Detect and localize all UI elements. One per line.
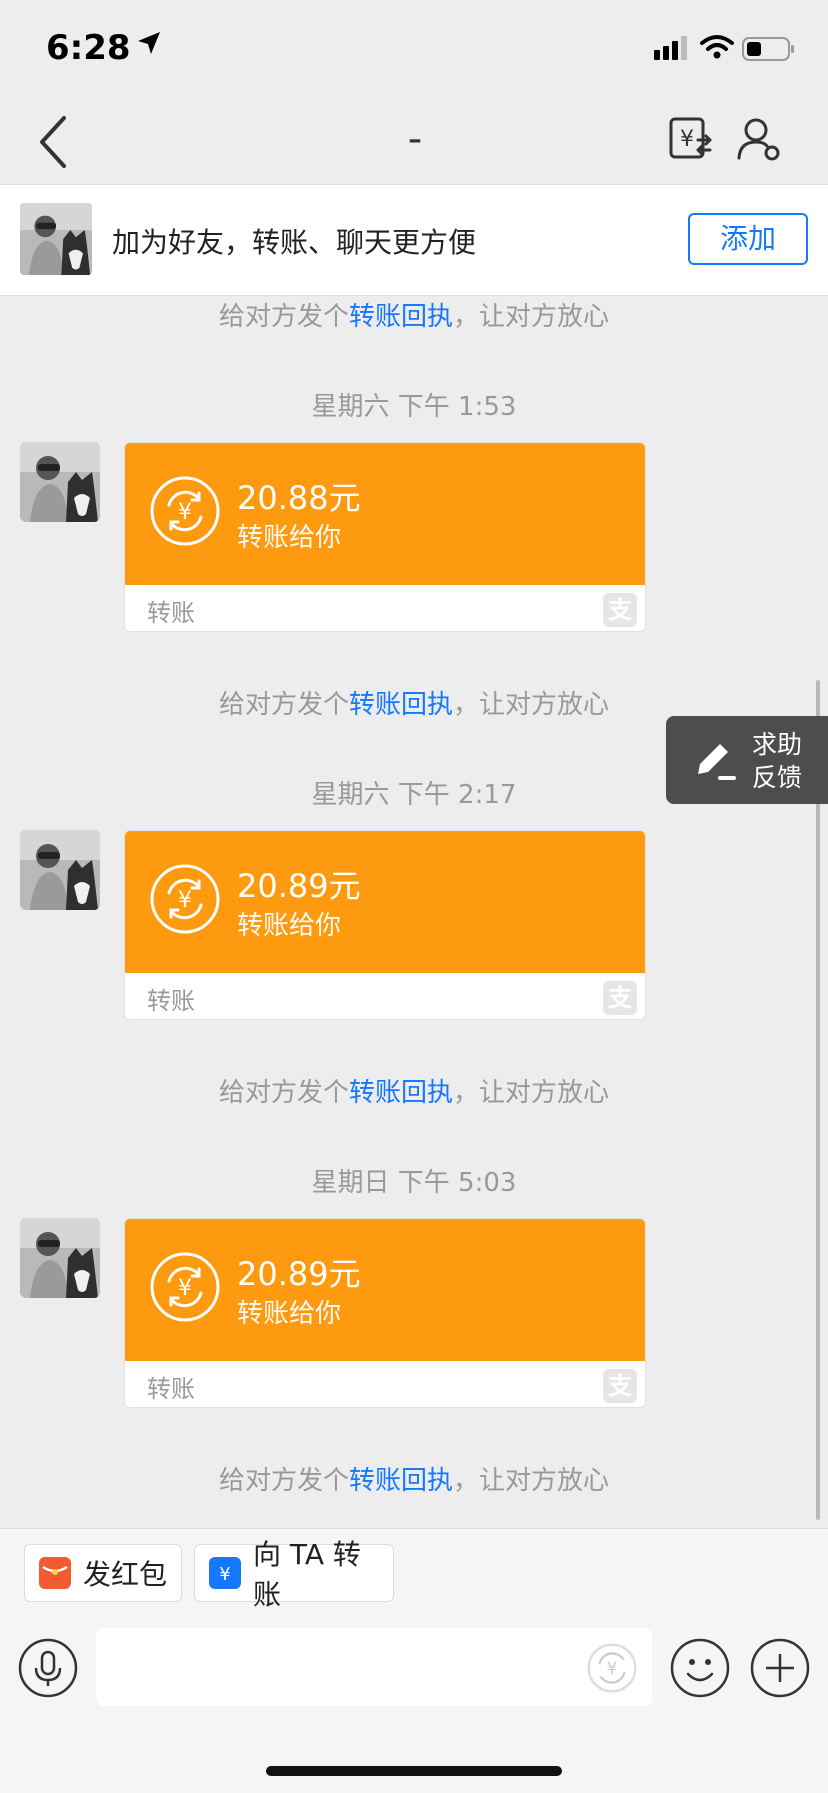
hint-prefix: 给对方发个 [218, 1078, 349, 1108]
cellular-signal-icon [654, 36, 687, 60]
receipt-hint: 给对方发个转账回执，让对方放心 [0, 1072, 828, 1109]
alipay-logo-icon: 支 [603, 981, 637, 1015]
transfer-type-label: 转账 [147, 1375, 195, 1403]
transfer-amount: 20.88元 [237, 479, 361, 517]
transfer-yuan-icon[interactable]: ¥ [584, 1640, 640, 1696]
transfer-amount: 20.89元 [237, 1255, 361, 1293]
home-indicator [266, 1766, 562, 1776]
svg-text:¥: ¥ [219, 1564, 230, 1585]
transfer-receipt-link[interactable]: 转账回执 [349, 690, 453, 720]
back-chevron-icon[interactable] [30, 112, 80, 172]
alipay-logo-icon: 支 [603, 593, 637, 627]
emoji-icon[interactable] [670, 1638, 730, 1698]
transfer-yuan-icon: ¥ [209, 1557, 241, 1589]
plus-icon[interactable] [750, 1638, 810, 1698]
transfer-to-ta-label: 向 TA 转账 [253, 1538, 361, 1611]
transfer-card-header: ¥ 20.88元 转账给你 [125, 443, 645, 585]
user-profile-icon[interactable] [736, 116, 782, 162]
message-input[interactable]: ¥ [96, 1628, 652, 1706]
transfer-yuan-icon: ¥ [150, 864, 220, 934]
hint-prefix: 给对方发个 [218, 690, 349, 720]
transfer-description: 转账给你 [237, 1299, 342, 1329]
transfer-type-label: 转账 [147, 599, 195, 627]
transfer-type-label: 转账 [147, 987, 195, 1015]
avatar[interactable] [20, 830, 100, 910]
transfer-card-header: ¥ 20.89元 转账给你 [125, 1219, 645, 1361]
transfer-card[interactable]: ¥ 20.89元 转账给你 转账 支 [124, 1218, 646, 1408]
microphone-icon[interactable] [18, 1638, 78, 1698]
red-packet-label: 发红包 [83, 1558, 168, 1591]
svg-text:¥: ¥ [178, 1276, 192, 1301]
hint-suffix: ，让对方放心 [453, 1078, 610, 1108]
svg-text:¥: ¥ [178, 500, 192, 525]
hint-suffix: ，让对方放心 [453, 690, 610, 720]
transfer-receipt-link[interactable]: 转账回执 [349, 302, 453, 332]
location-arrow-icon [138, 32, 160, 54]
add-friend-banner: 加为好友，转账、聊天更方便 添加 [0, 184, 828, 296]
hint-suffix: ，让对方放心 [453, 302, 610, 332]
hint-suffix: ，让对方放心 [453, 1466, 610, 1496]
feedback-label-line2: 反馈 [752, 763, 803, 792]
edit-pencil-icon [698, 744, 736, 780]
receipt-hint: 给对方发个转账回执，让对方放心 [0, 296, 828, 333]
page-title: - [407, 116, 423, 162]
transfer-to-ta-button[interactable]: ¥ 向 TA 转账 [194, 1538, 394, 1611]
avatar[interactable] [20, 1218, 100, 1298]
red-packet-button[interactable]: 发红包 [24, 1544, 182, 1602]
avatar[interactable] [20, 203, 92, 275]
svg-text:¥: ¥ [680, 127, 694, 152]
scrollbar[interactable] [816, 680, 820, 1520]
svg-text:¥: ¥ [178, 888, 192, 913]
feedback-label-line1: 求助 [752, 730, 803, 759]
status-time: 6:28 [46, 28, 131, 68]
hint-prefix: 给对方发个 [218, 302, 349, 332]
transfer-card[interactable]: ¥ 20.88元 转账给你 转账 支 [124, 442, 646, 632]
avatar[interactable] [20, 442, 100, 522]
help-feedback-button[interactable]: 求助 反馈 [666, 716, 828, 804]
transfer-receipt-link[interactable]: 转账回执 [349, 1078, 453, 1108]
transfer-card-header: ¥ 20.89元 转账给你 [125, 831, 645, 973]
alipay-logo-icon: 支 [603, 1369, 637, 1403]
wifi-icon [700, 35, 734, 59]
transfer-card[interactable]: ¥ 20.89元 转账给你 转账 支 [124, 830, 646, 1020]
transfer-description: 转账给你 [237, 911, 342, 941]
transfer-description: 转账给你 [237, 523, 342, 553]
battery-icon [742, 37, 794, 61]
transfer-yuan-icon: ¥ [150, 476, 220, 546]
message-timestamp: 星期日 下午 5:03 [311, 1168, 517, 1198]
receipt-hint: 给对方发个转账回执，让对方放心 [0, 1460, 828, 1497]
red-packet-icon [39, 1557, 71, 1589]
transfer-record-icon[interactable]: ¥ [668, 116, 714, 162]
message-timestamp: 星期六 下午 1:53 [311, 392, 517, 422]
transfer-receipt-link[interactable]: 转账回执 [349, 1466, 453, 1496]
transfer-yuan-icon: ¥ [150, 1252, 220, 1322]
hint-prefix: 给对方发个 [218, 1466, 349, 1496]
svg-text:¥: ¥ [607, 1659, 618, 1679]
add-friend-button[interactable]: 添加 [688, 213, 808, 265]
banner-text: 加为好友，转账、聊天更方便 [112, 226, 477, 259]
transfer-amount: 20.89元 [237, 867, 361, 905]
